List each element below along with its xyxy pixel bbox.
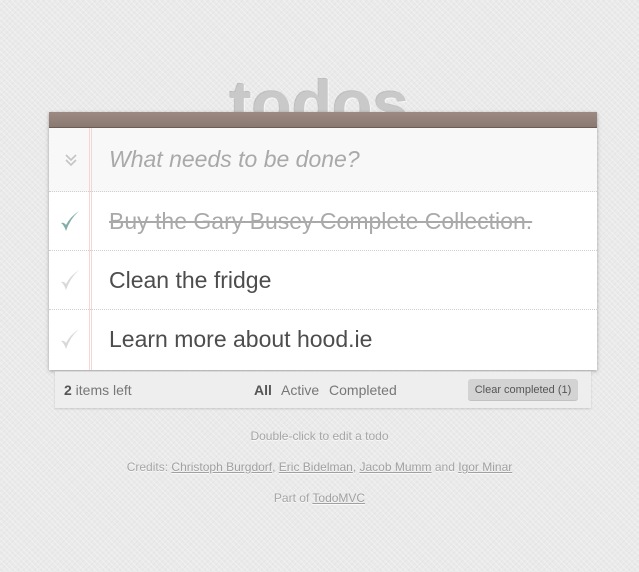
header-bar [49, 112, 597, 128]
edit-hint: Double-click to edit a todo [250, 429, 389, 443]
new-todo-row [49, 128, 597, 192]
todomvc-link[interactable]: TodoMVC [312, 491, 365, 505]
checkmark-icon [61, 211, 79, 231]
credits-separator: , [352, 460, 360, 474]
credits-line: Credits: Christoph Burgdorf, Eric Bidelm… [0, 459, 639, 475]
credit-link-christoph-burgdorf[interactable]: Christoph Burgdorf [171, 460, 272, 474]
todo-1-toggle[interactable] [57, 206, 83, 236]
todo-item-3[interactable]: Learn more about hood.ie [49, 310, 597, 369]
clear-completed-button[interactable]: Clear completed (1) [468, 379, 578, 401]
todo-count-suffix: items left [71, 382, 132, 398]
filter-completed-link[interactable]: Completed [329, 382, 397, 398]
credits-separator: , [272, 460, 279, 474]
todo-count-number: 2 [64, 382, 72, 398]
todo-count: 2 items left [64, 382, 132, 398]
credits-and: and [431, 460, 459, 474]
part-of-prefix: Part of [273, 491, 313, 505]
filter-active-link[interactable]: Active [281, 382, 319, 398]
todo-3-toggle[interactable] [57, 324, 83, 354]
filter-all-link[interactable]: All [254, 382, 272, 398]
todo-item-2[interactable]: Clean the fridge [49, 251, 597, 310]
todo-item-1[interactable]: Buy the Gary Busey Complete Collection. [49, 192, 597, 251]
part-of-line: Part of TodoMVC [0, 490, 639, 506]
credit-link-igor-minar[interactable]: Igor Minar [458, 460, 512, 474]
filters: All Active Completed [254, 382, 403, 398]
todo-2-toggle[interactable] [57, 265, 83, 295]
todo-footer: 2 items left All Active Completed Clear … [55, 371, 591, 408]
toggle-all-button[interactable] [63, 150, 79, 170]
checkmark-icon [61, 270, 79, 290]
todo-2-label: Clean the fridge [109, 267, 272, 293]
new-todo-input[interactable] [109, 140, 579, 178]
todo-app: Buy the Gary Busey Complete Collection. … [49, 112, 597, 370]
double-chevron-down-icon [65, 154, 77, 167]
credit-link-jacob-mumm[interactable]: Jacob Mumm [360, 460, 432, 474]
credit-link-eric-bidelman[interactable]: Eric Bidelman [279, 460, 353, 474]
checkmark-icon [61, 329, 79, 349]
credits-prefix: Credits: [126, 460, 172, 474]
todo-1-label: Buy the Gary Busey Complete Collection. [109, 208, 533, 234]
todo-3-label: Learn more about hood.ie [109, 326, 373, 352]
